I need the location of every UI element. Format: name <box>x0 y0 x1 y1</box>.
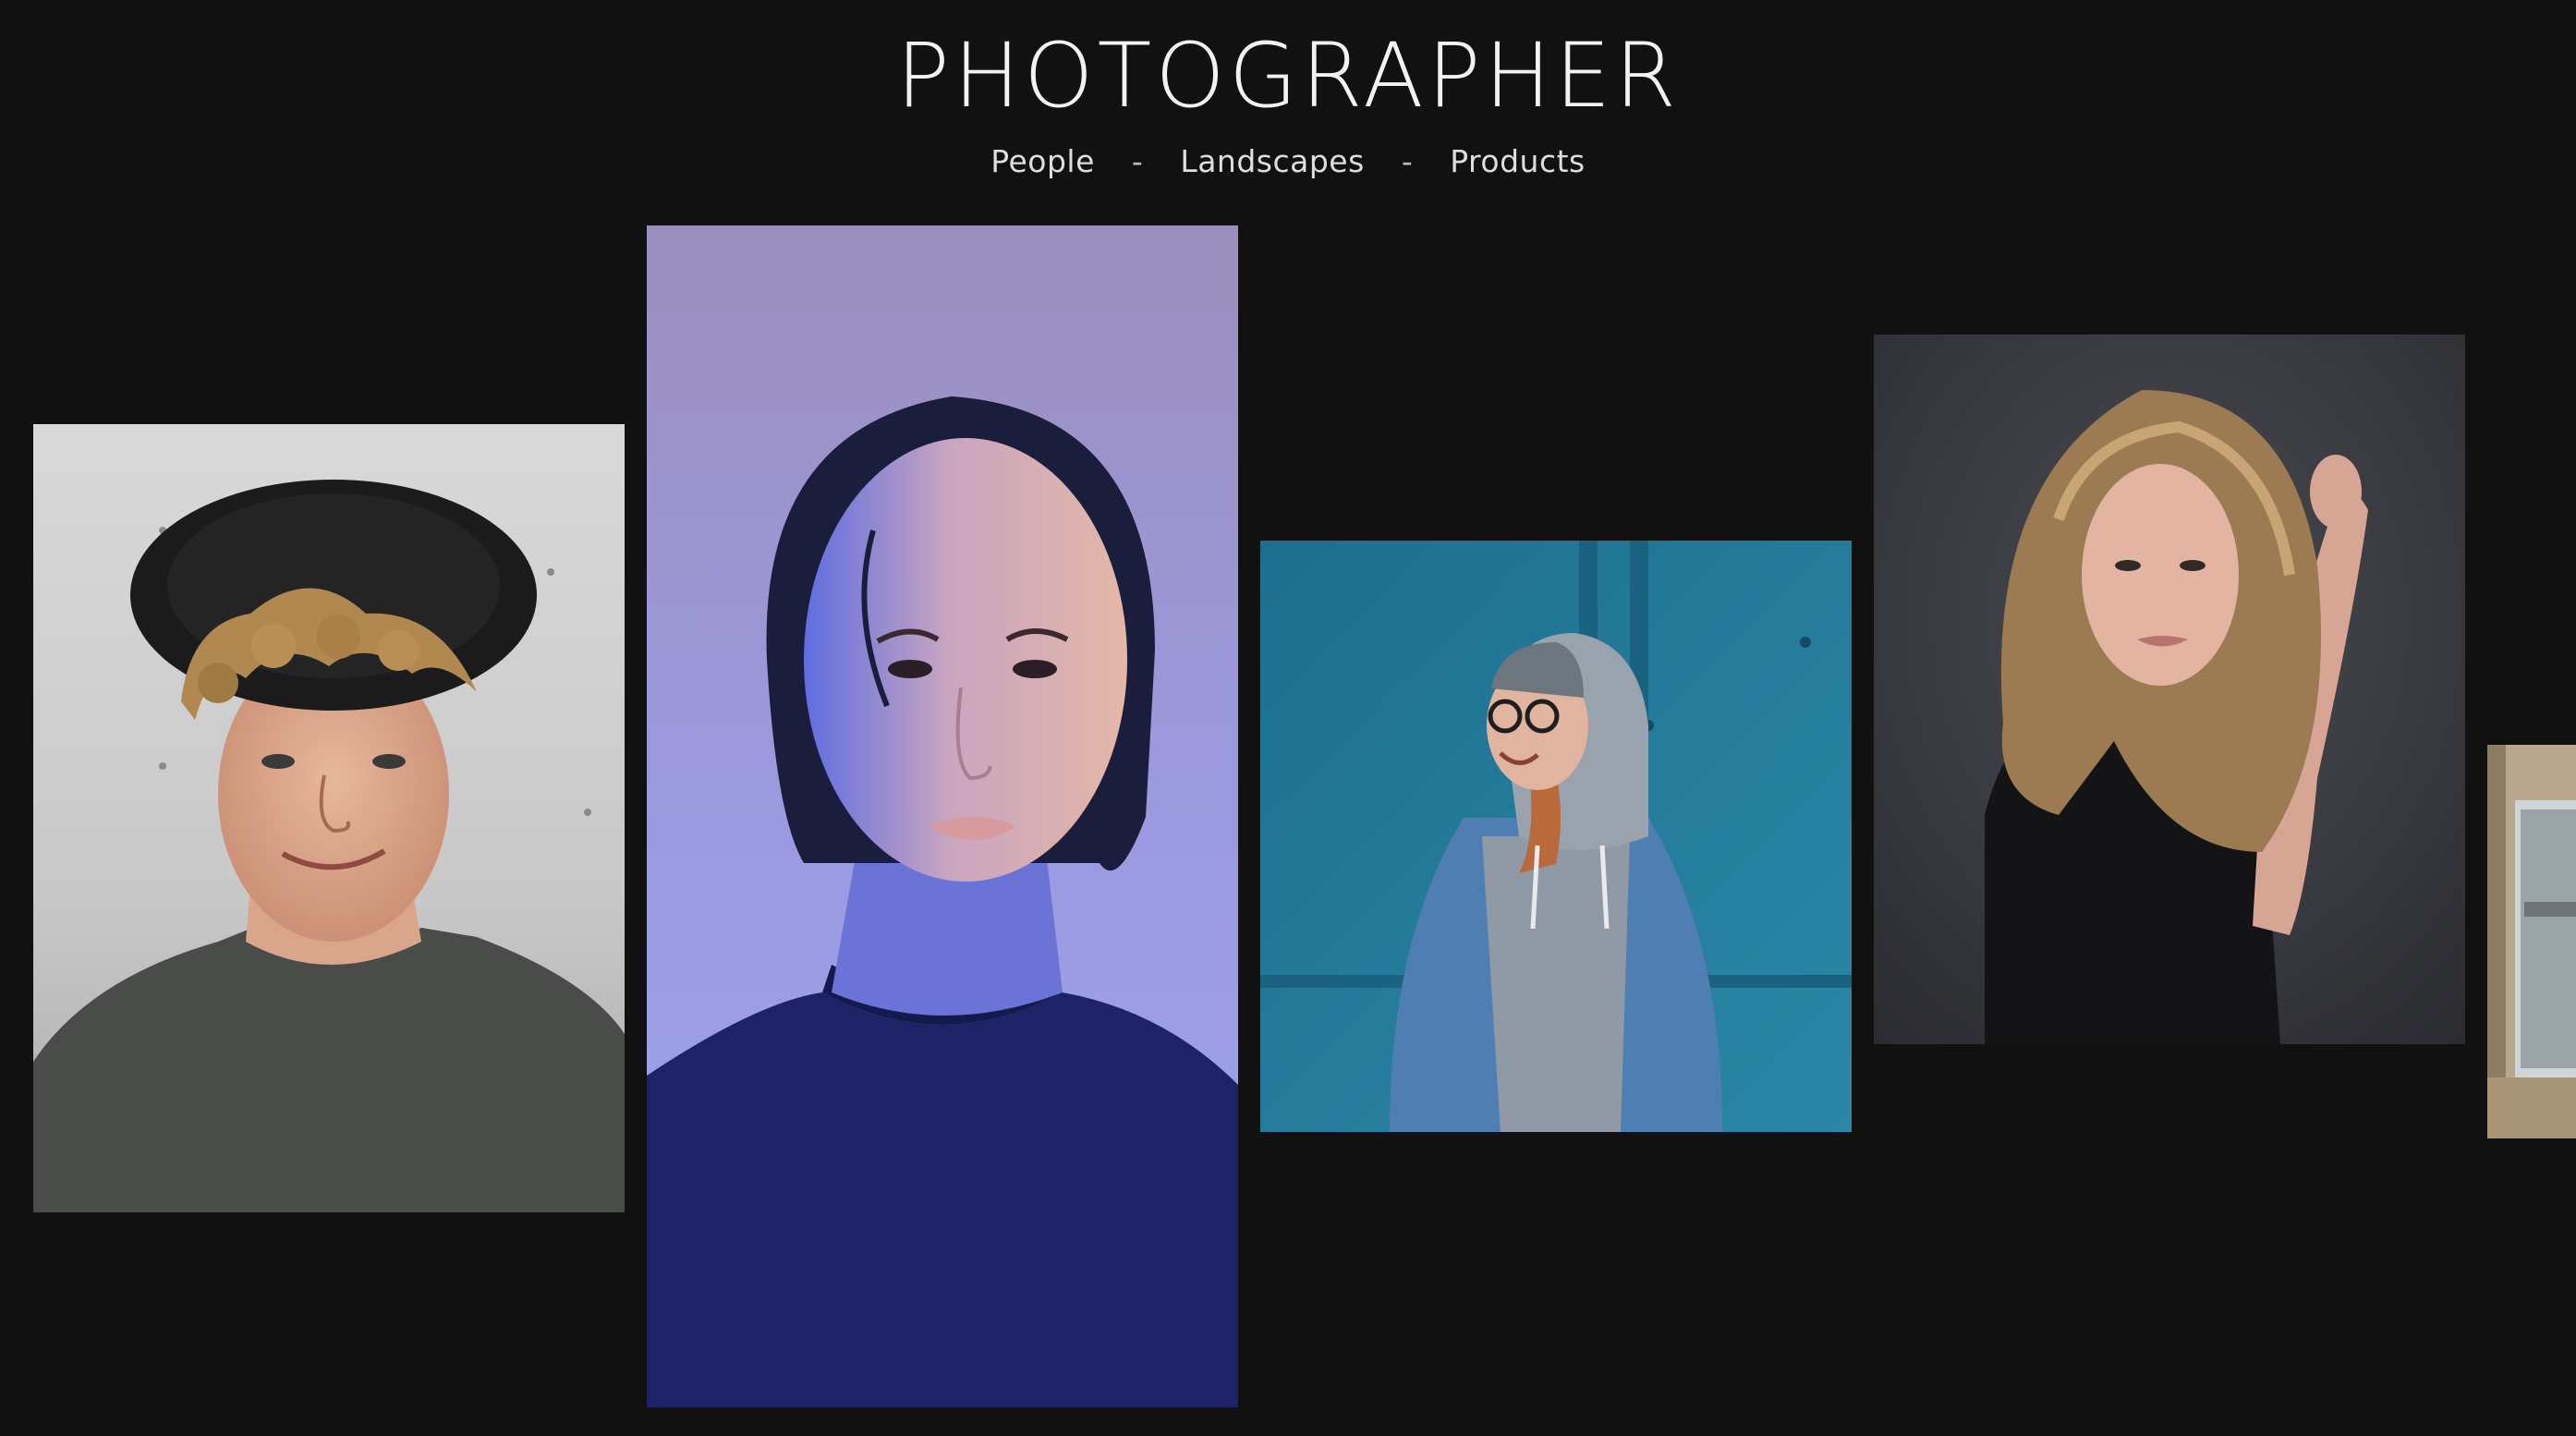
gallery-photo-blonde-woman[interactable] <box>1874 335 2465 1044</box>
category-nav: People - Landscapes - Products <box>0 139 2576 185</box>
site-title: PHOTOGRAPHER <box>895 24 1681 128</box>
nav-link-products[interactable]: Products <box>1450 143 1586 179</box>
portrait-image <box>33 424 625 1212</box>
nav-link-landscapes[interactable]: Landscapes <box>1180 143 1364 179</box>
portrait-image <box>2487 745 2576 1138</box>
gallery-photo-girl-hoodie[interactable] <box>1260 541 1852 1132</box>
portrait-image <box>1260 541 1852 1132</box>
gallery-photo-woman-blue-light[interactable] <box>647 225 1238 1407</box>
portrait-image <box>1874 335 2465 1044</box>
nav-link-people[interactable]: People <box>990 143 1095 179</box>
nav-separator: - <box>1131 143 1144 179</box>
gallery-photo-interior[interactable] <box>2487 745 2576 1138</box>
page: PHOTOGRAPHER People - Landscapes - Products <box>0 0 2576 1436</box>
gallery-photo-man-with-hat[interactable] <box>33 424 625 1212</box>
portrait-image <box>647 225 1238 1407</box>
nav-separator: - <box>1401 143 1414 179</box>
